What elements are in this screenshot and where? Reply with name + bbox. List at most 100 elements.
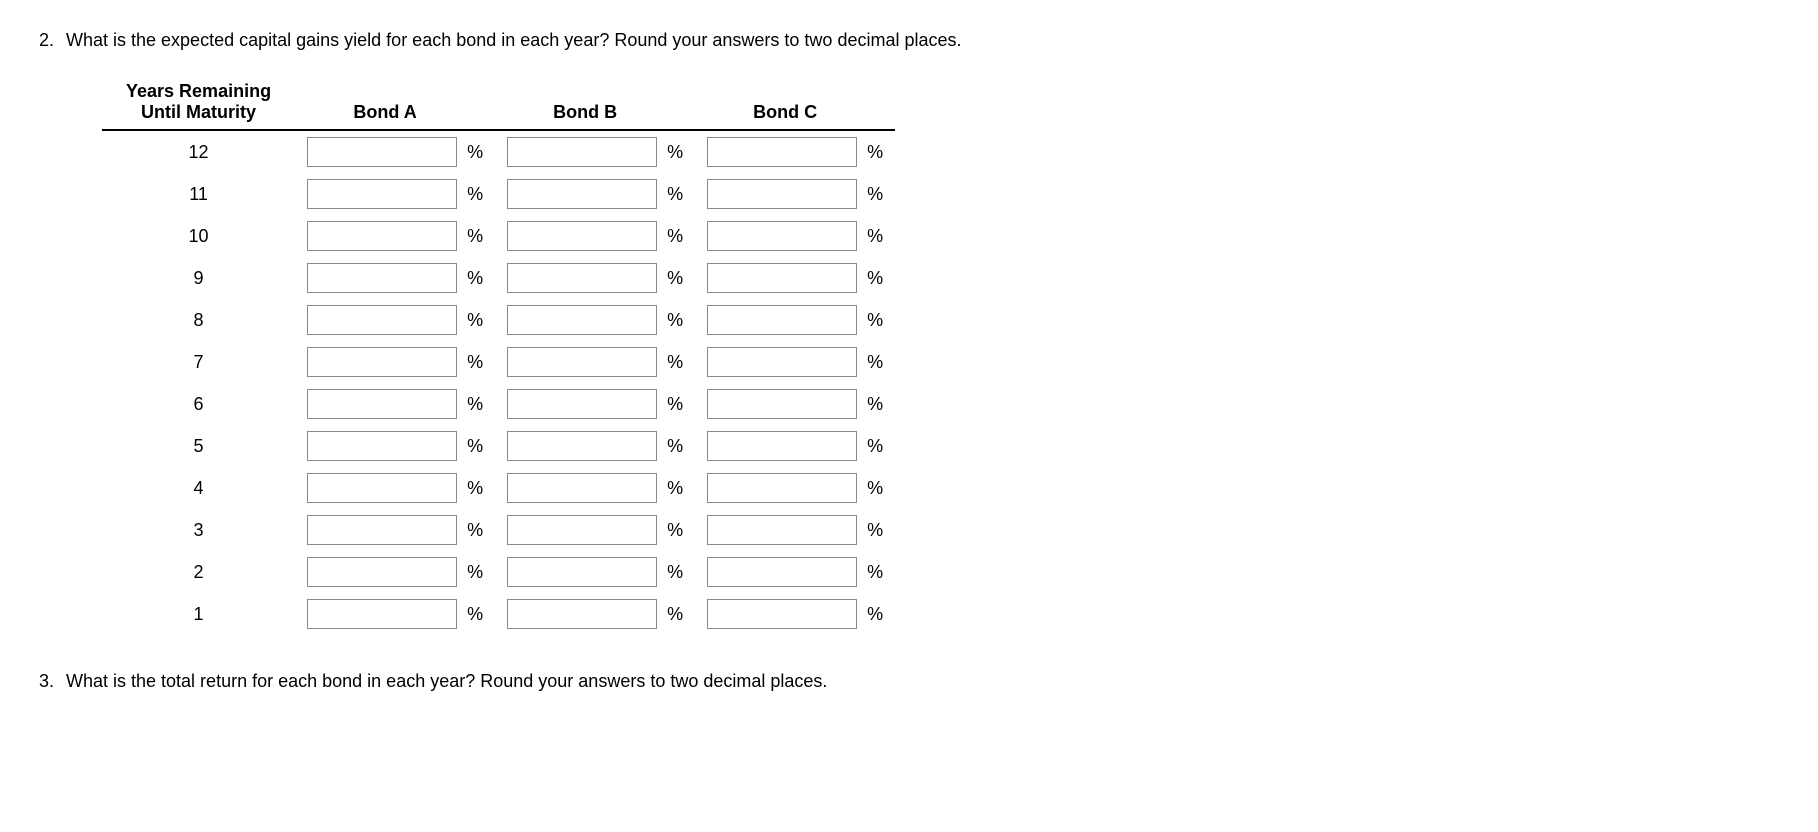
- bond-b-input[interactable]: [507, 431, 657, 461]
- bond-b-cell: %: [495, 425, 695, 467]
- bond-b-input[interactable]: [507, 347, 657, 377]
- years-cell: 7: [102, 341, 295, 383]
- percent-label: %: [667, 226, 683, 247]
- table-row: 9%%%: [102, 257, 895, 299]
- bond-b-cell: %: [495, 467, 695, 509]
- question-text-2: What is the expected capital gains yield…: [66, 30, 1788, 51]
- bond-b-input[interactable]: [507, 515, 657, 545]
- bond-a-cell: %: [295, 130, 495, 173]
- bond-b-cell: %: [495, 551, 695, 593]
- bond-c-input[interactable]: [707, 515, 857, 545]
- bond-b-input[interactable]: [507, 305, 657, 335]
- header-bond-c: Bond C: [695, 75, 895, 130]
- percent-label: %: [867, 268, 883, 289]
- table-row: 6%%%: [102, 383, 895, 425]
- percent-label: %: [467, 268, 483, 289]
- bond-c-input[interactable]: [707, 137, 857, 167]
- bond-c-input[interactable]: [707, 389, 857, 419]
- table-row: 11%%%: [102, 173, 895, 215]
- header-bond-b: Bond B: [495, 75, 695, 130]
- percent-label: %: [467, 226, 483, 247]
- percent-label: %: [467, 520, 483, 541]
- bond-c-input[interactable]: [707, 263, 857, 293]
- bond-a-input[interactable]: [307, 515, 457, 545]
- bond-a-input[interactable]: [307, 389, 457, 419]
- question-number-2: 2.: [30, 30, 54, 51]
- percent-label: %: [667, 142, 683, 163]
- bond-c-cell: %: [695, 257, 895, 299]
- bond-a-cell: %: [295, 551, 495, 593]
- bond-c-cell: %: [695, 383, 895, 425]
- percent-label: %: [467, 394, 483, 415]
- bond-b-cell: %: [495, 257, 695, 299]
- percent-label: %: [467, 604, 483, 625]
- bond-a-input[interactable]: [307, 599, 457, 629]
- bond-b-input[interactable]: [507, 263, 657, 293]
- bond-b-cell: %: [495, 299, 695, 341]
- bond-b-input[interactable]: [507, 179, 657, 209]
- bond-a-input[interactable]: [307, 179, 457, 209]
- percent-label: %: [467, 436, 483, 457]
- bond-b-input[interactable]: [507, 137, 657, 167]
- bond-yield-table: Years Remaining Until Maturity Bond A Bo…: [102, 75, 895, 635]
- bond-a-input[interactable]: [307, 473, 457, 503]
- bond-c-input[interactable]: [707, 431, 857, 461]
- bond-c-input[interactable]: [707, 221, 857, 251]
- table-row: 5%%%: [102, 425, 895, 467]
- question-2: 2. What is the expected capital gains yi…: [30, 30, 1788, 51]
- percent-label: %: [667, 268, 683, 289]
- table-row: 1%%%: [102, 593, 895, 635]
- table-row: 7%%%: [102, 341, 895, 383]
- bond-a-input[interactable]: [307, 347, 457, 377]
- bond-b-input[interactable]: [507, 473, 657, 503]
- table-row: 12%%%: [102, 130, 895, 173]
- years-cell: 5: [102, 425, 295, 467]
- bond-c-input[interactable]: [707, 305, 857, 335]
- percent-label: %: [867, 226, 883, 247]
- bond-c-cell: %: [695, 593, 895, 635]
- percent-label: %: [867, 352, 883, 373]
- bond-b-cell: %: [495, 173, 695, 215]
- bond-b-input[interactable]: [507, 389, 657, 419]
- percent-label: %: [867, 310, 883, 331]
- bond-b-input[interactable]: [507, 557, 657, 587]
- bond-b-input[interactable]: [507, 221, 657, 251]
- bond-a-cell: %: [295, 383, 495, 425]
- bond-a-cell: %: [295, 215, 495, 257]
- bond-c-input[interactable]: [707, 473, 857, 503]
- bond-b-input[interactable]: [507, 599, 657, 629]
- percent-label: %: [467, 478, 483, 499]
- percent-label: %: [667, 436, 683, 457]
- bond-c-cell: %: [695, 341, 895, 383]
- bond-c-input[interactable]: [707, 179, 857, 209]
- bond-a-input[interactable]: [307, 263, 457, 293]
- table-row: 2%%%: [102, 551, 895, 593]
- bond-c-input[interactable]: [707, 557, 857, 587]
- bond-a-input[interactable]: [307, 557, 457, 587]
- bond-c-input[interactable]: [707, 347, 857, 377]
- bond-a-input[interactable]: [307, 137, 457, 167]
- percent-label: %: [867, 520, 883, 541]
- bond-a-input[interactable]: [307, 221, 457, 251]
- percent-label: %: [467, 562, 483, 583]
- years-cell: 3: [102, 509, 295, 551]
- bond-a-cell: %: [295, 425, 495, 467]
- bond-a-cell: %: [295, 467, 495, 509]
- bond-c-input[interactable]: [707, 599, 857, 629]
- years-cell: 9: [102, 257, 295, 299]
- bond-a-input[interactable]: [307, 431, 457, 461]
- bond-a-cell: %: [295, 257, 495, 299]
- bond-a-cell: %: [295, 593, 495, 635]
- percent-label: %: [667, 352, 683, 373]
- percent-label: %: [467, 310, 483, 331]
- percent-label: %: [867, 184, 883, 205]
- bond-b-cell: %: [495, 593, 695, 635]
- years-cell: 2: [102, 551, 295, 593]
- bond-c-cell: %: [695, 130, 895, 173]
- bond-a-cell: %: [295, 173, 495, 215]
- header-years-remaining: Years Remaining Until Maturity: [102, 75, 295, 130]
- percent-label: %: [467, 142, 483, 163]
- bond-c-cell: %: [695, 215, 895, 257]
- percent-label: %: [667, 562, 683, 583]
- bond-a-input[interactable]: [307, 305, 457, 335]
